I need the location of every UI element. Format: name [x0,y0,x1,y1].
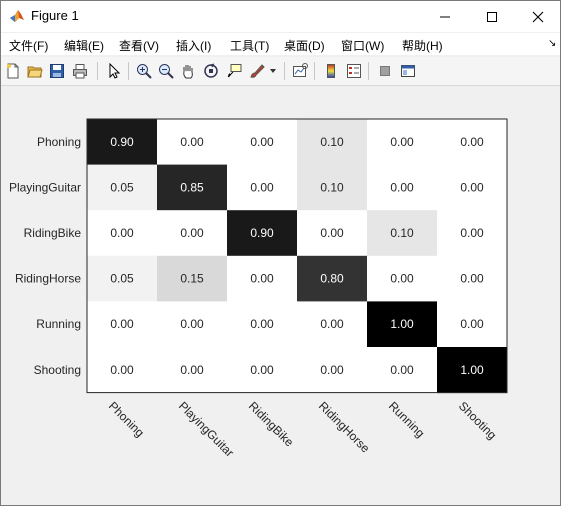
cell-value-label: 0.10 [320,180,344,194]
menu-desktop[interactable]: 桌面(D) [284,37,325,54]
cell-value-label: 0.00 [110,317,134,331]
toolbar-separator [284,62,285,80]
brush-icon[interactable] [247,61,267,81]
cell-value-label: 0.00 [390,180,414,194]
cell-value-label: 0.05 [110,272,134,286]
maximize-icon [487,11,497,22]
cell-value-label: 0.00 [460,317,484,331]
hide-plot-tools-icon[interactable] [375,61,395,81]
menu-tools[interactable]: 工具(T) [230,37,269,54]
close-icon [532,11,544,22]
cell-value-label: 0.00 [180,226,204,240]
menu-file[interactable]: 文件(F) [9,37,48,54]
zoom-in-icon[interactable] [134,61,154,81]
cell-value-label: 0.00 [250,135,274,149]
window-title: Figure 1 [31,8,79,23]
minimize-button[interactable] [422,1,468,32]
maximize-button[interactable] [469,1,515,32]
cell-value-label: 0.00 [390,135,414,149]
menu-help[interactable]: 帮助(H) [402,37,443,54]
cell-value-label: 0.00 [110,363,134,377]
cell-value-label: 0.00 [180,363,204,377]
pan-hand-icon[interactable] [178,61,198,81]
cell-value-label: 0.00 [320,363,344,377]
menu-view[interactable]: 查看(V) [119,37,159,54]
print-icon[interactable] [70,61,90,81]
new-figure-icon[interactable] [3,61,23,81]
x-tick-label: Running [386,399,428,441]
cell-value-label: 1.00 [390,317,414,331]
y-tick-label: RidingHorse [15,272,81,286]
legend-icon[interactable] [344,61,364,81]
cell-value-label: 0.10 [390,226,414,240]
x-tick-label: RidingHorse [316,399,373,456]
x-tick-label: Phoning [106,399,147,440]
cell-value-label: 0.00 [390,363,414,377]
cell-value-label: 0.10 [320,135,344,149]
cell-value-label: 0.15 [180,272,204,286]
close-button[interactable] [515,1,561,32]
x-tick-label: RidingBike [246,399,297,450]
confusion-matrix-chart: 0.90 0.00 0.00 0.10 0.00 0.00 0.05 0.85 0.00 0.10… [9,118,508,460]
y-tick-label: Running [36,317,81,331]
cell-value-label: 0.80 [320,272,344,286]
cell-value-label: 0.00 [320,226,344,240]
cell-value-label: 0.05 [110,180,134,194]
menu-window[interactable]: 窗口(W) [341,37,384,54]
cell-value-label: 0.00 [250,317,274,331]
cell-value-label: 0.00 [320,317,344,331]
colorbar-icon[interactable] [321,61,341,81]
brush-dropdown-icon[interactable] [267,61,279,81]
cell-value-label: 0.00 [250,272,274,286]
menu-overflow-icon[interactable]: ↘ [548,38,556,49]
cell-value-label: 0.00 [460,226,484,240]
toolbar-separator [97,62,98,80]
save-icon[interactable] [47,61,67,81]
menu-bar: 文件(F) 编辑(E) 查看(V) 插入(I) 工具(T) 桌面(D) 窗口(W… [1,33,560,55]
toolbar-separator [128,62,129,80]
cell-value-label: 0.90 [250,226,274,240]
cell-value-label: 0.00 [460,135,484,149]
y-tick-label: Shooting [34,363,81,377]
minimize-icon [440,16,450,17]
menu-insert[interactable]: 插入(I) [176,37,211,54]
title-bar: Figure 1 [1,1,560,32]
cell-value-label: 0.85 [180,180,204,194]
cell-value-label: 0.00 [180,135,204,149]
x-tick-label: PlayingGuitar [176,399,237,460]
y-tick-label: Phoning [37,135,81,149]
cell-value-label: 1.00 [460,363,484,377]
menu-edit[interactable]: 编辑(E) [64,37,104,54]
cell-value-label: 0.00 [250,363,274,377]
toolbar-separator [314,62,315,80]
figure-window: Figure 1 文件(F) 编辑(E) 查看(V) 插入(I) 工具(T) 桌… [0,0,561,506]
link-plot-icon[interactable] [290,61,310,81]
cell-value-label: 0.00 [250,180,274,194]
cell-value-label: 0.90 [110,135,134,149]
cell-value-label: 0.00 [180,317,204,331]
toolbar-separator [368,62,369,80]
y-tick-label: PlayingGuitar [9,180,81,194]
show-plot-tools-icon[interactable] [398,61,418,81]
cell-value-label: 0.00 [110,226,134,240]
cell-value-label: 0.00 [460,180,484,194]
open-file-icon[interactable] [25,61,45,81]
y-tick-label: RidingBike [24,226,82,240]
matlab-logo-icon [9,8,25,24]
zoom-out-icon[interactable] [156,61,176,81]
select-pointer-icon[interactable] [104,61,124,81]
data-cursor-icon[interactable] [224,61,244,81]
rotate-3d-icon[interactable] [201,61,221,81]
cell-value-label: 0.00 [460,272,484,286]
figure-toolbar [1,57,560,86]
x-tick-label: Shooting [456,399,499,442]
cell-value-label: 0.00 [390,272,414,286]
